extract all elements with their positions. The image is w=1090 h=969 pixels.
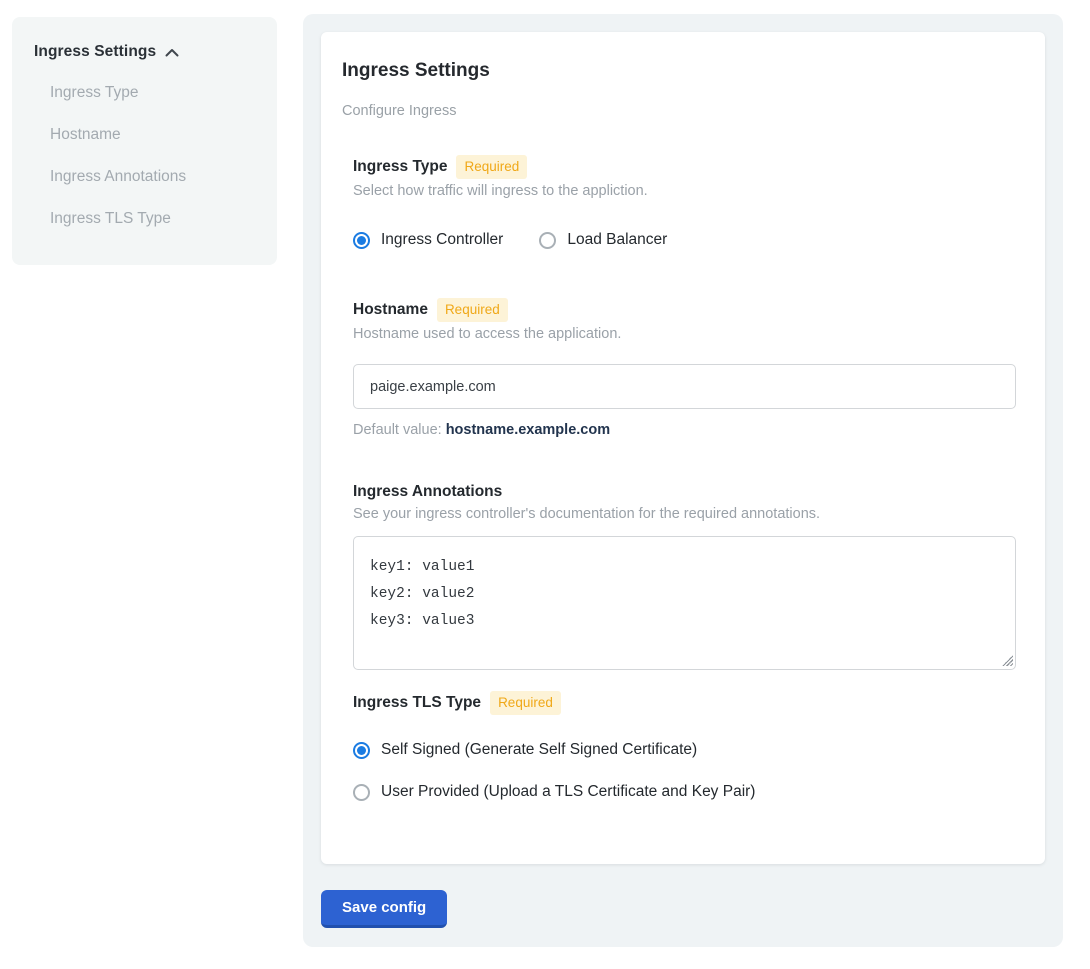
settings-panel: Ingress Settings Configure Ingress Ingre… [303,14,1063,947]
radio-load-balancer-label: Load Balancer [567,231,667,249]
page: Ingress Settings Ingress Type Hostname I… [0,0,1090,969]
radio-load-balancer[interactable]: Load Balancer [539,231,667,249]
hostname-label: Hostname [353,300,428,320]
radio-selected-icon [353,232,370,249]
tls-type-label: Ingress TLS Type [353,693,481,713]
required-badge: Required [437,298,508,322]
ingress-type-label: Ingress Type [353,157,447,177]
chevron-up-icon [165,48,179,57]
settings-sidebar: Ingress Settings Ingress Type Hostname I… [12,17,277,265]
radio-user-provided-label: User Provided (Upload a TLS Certificate … [381,783,755,801]
radio-user-provided[interactable]: User Provided (Upload a TLS Certificate … [353,783,755,801]
sidebar-item-hostname[interactable]: Hostname [50,114,277,156]
radio-self-signed[interactable]: Self Signed (Generate Self Signed Certif… [353,741,697,759]
radio-unselected-icon [353,784,370,801]
sidebar-items: Ingress Type Hostname Ingress Annotation… [34,61,277,240]
required-badge: Required [456,155,527,179]
page-title: Ingress Settings [342,60,1015,82]
radio-self-signed-label: Self Signed (Generate Self Signed Certif… [381,741,697,759]
sidebar-item-ingress-type[interactable]: Ingress Type [50,72,277,114]
radio-ingress-controller[interactable]: Ingress Controller [353,231,503,249]
annotations-textarea[interactable]: key1: value1 key2: value2 key3: value3 [353,536,1016,670]
helper-prefix: Default value: [353,422,446,438]
hostname-input[interactable] [353,364,1016,409]
radio-unselected-icon [539,232,556,249]
sidebar-group-ingress-settings[interactable]: Ingress Settings [34,42,277,61]
save-config-button[interactable]: Save config [321,890,447,928]
helper-default-value: hostname.example.com [446,422,610,438]
required-badge: Required [490,691,561,715]
page-subtitle: Configure Ingress [342,102,1015,120]
ingress-settings-card: Ingress Settings Configure Ingress Ingre… [321,32,1045,864]
radio-ingress-controller-label: Ingress Controller [381,231,503,249]
annotations-label: Ingress Annotations [353,482,502,502]
ingress-type-description: Select how traffic will ingress to the a… [353,182,1015,200]
sidebar-item-ingress-tls-type[interactable]: Ingress TLS Type [50,198,277,240]
hostname-helper: Default value: hostname.example.com [353,421,1015,439]
hostname-description: Hostname used to access the application. [353,325,1015,343]
section-ingress-tls-type: Ingress TLS Type Required Self Signed (G… [353,691,1015,801]
radio-selected-icon [353,742,370,759]
section-hostname: Hostname Required Hostname used to acces… [353,298,1015,439]
section-ingress-type: Ingress Type Required Select how traffic… [353,155,1015,249]
annotations-description: See your ingress controller's documentat… [353,505,1015,523]
section-ingress-annotations: Ingress Annotations See your ingress con… [353,482,1015,670]
sidebar-item-ingress-annotations[interactable]: Ingress Annotations [50,156,277,198]
sidebar-group-title: Ingress Settings [34,43,156,61]
